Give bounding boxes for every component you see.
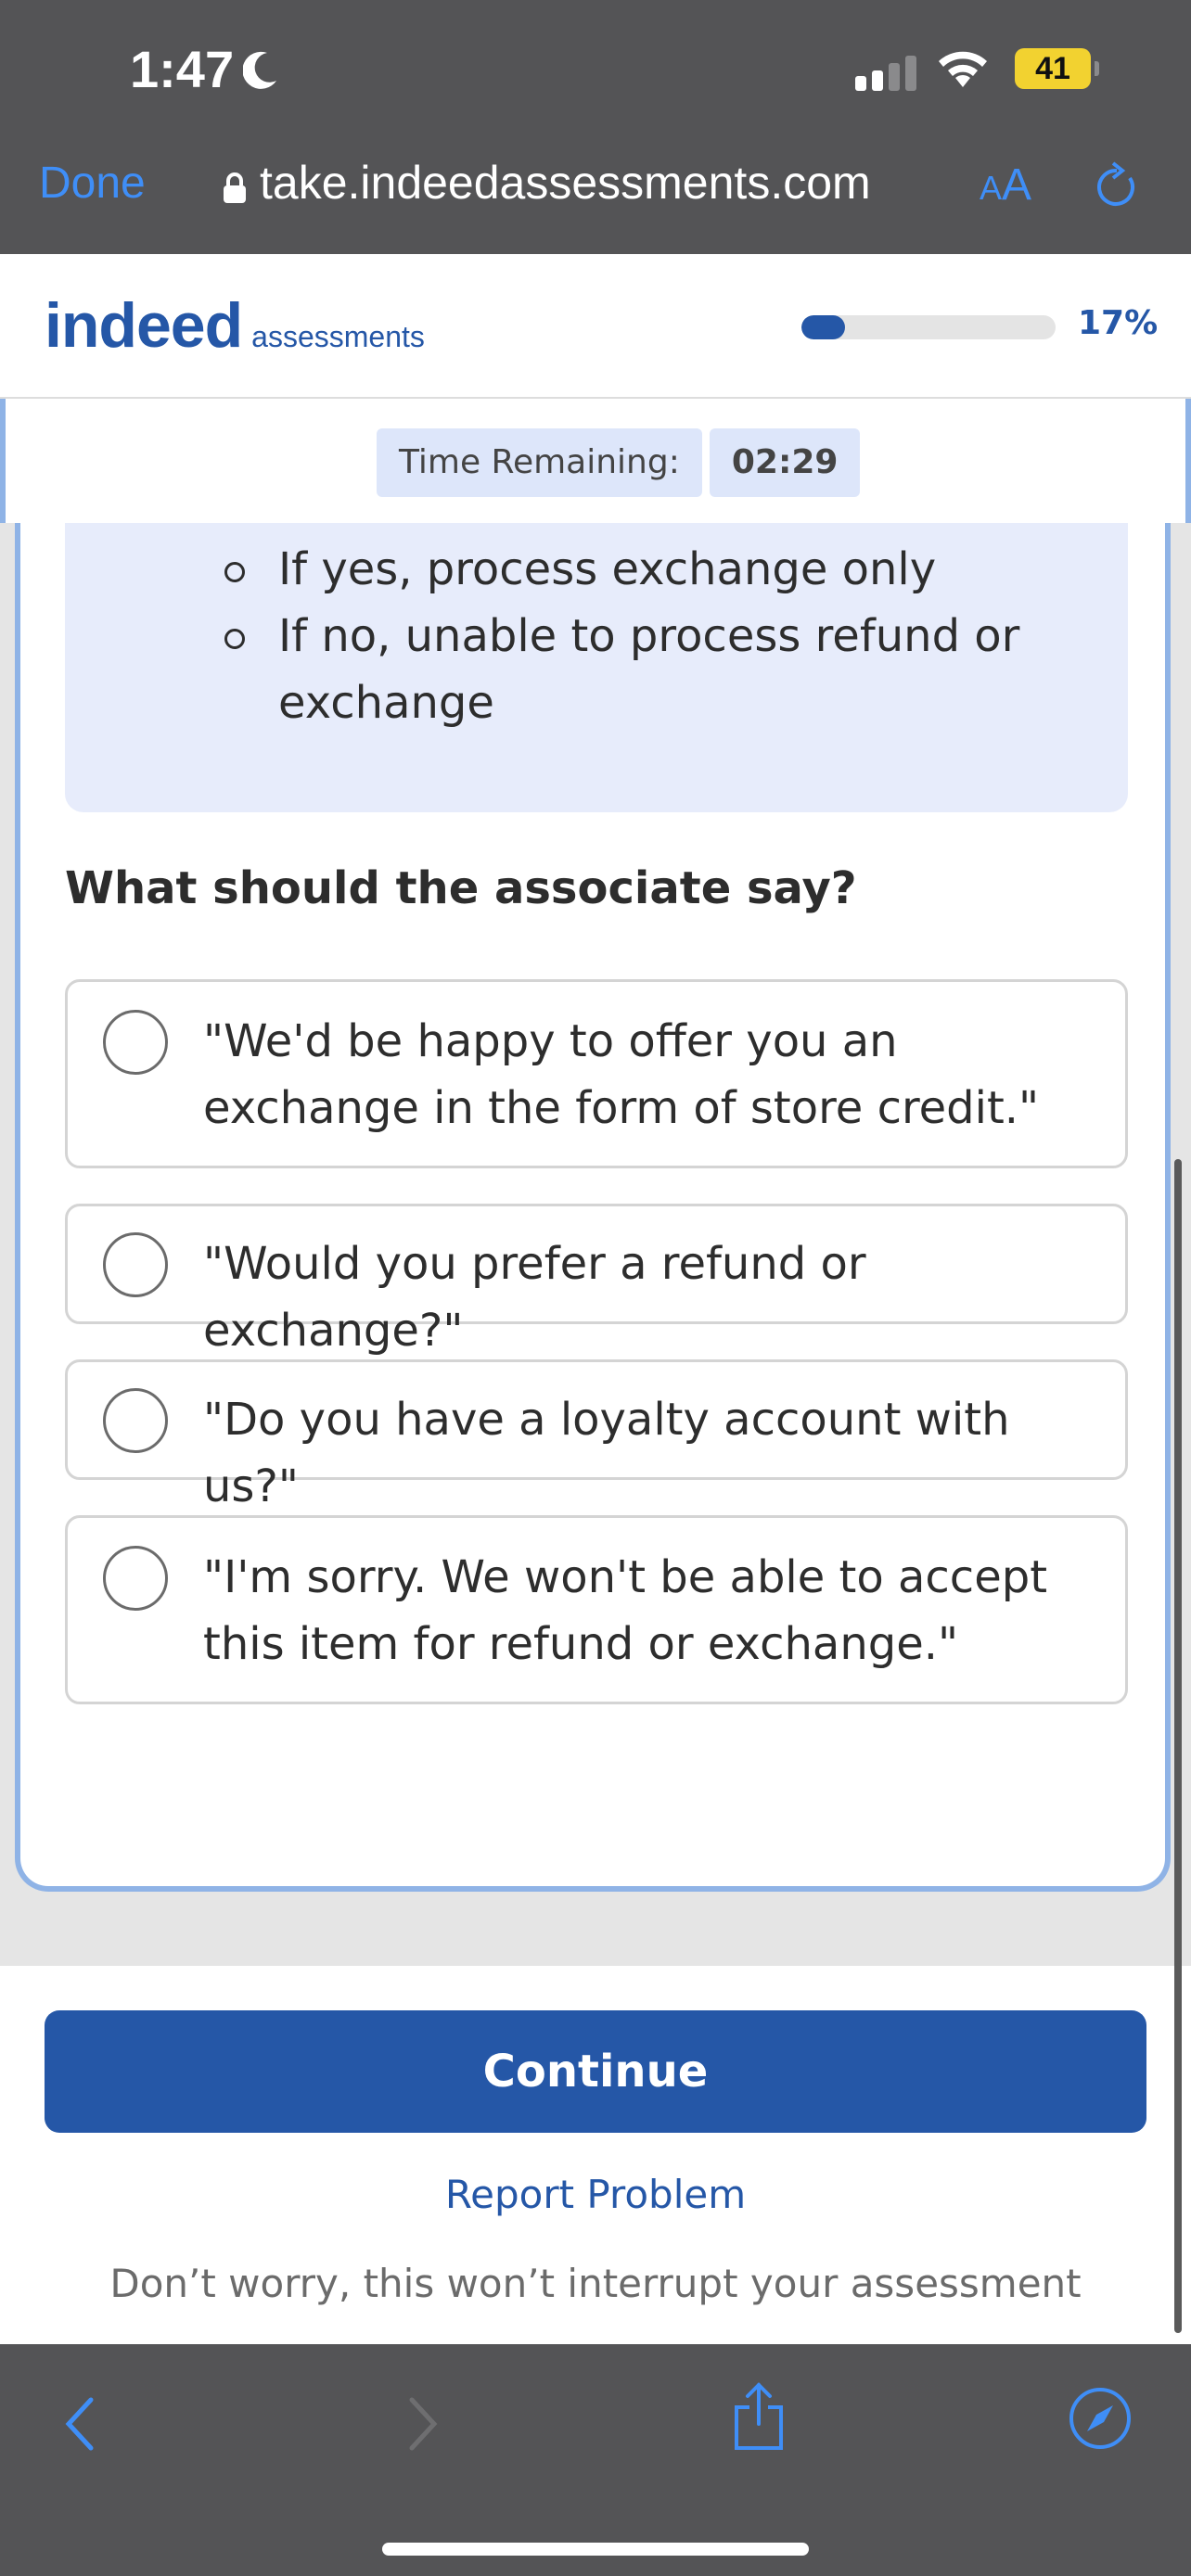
home-indicator — [382, 2543, 809, 2556]
done-button[interactable]: Done — [39, 158, 146, 209]
lock-icon — [224, 172, 246, 203]
scenario-bullet-list: If yes, process exchange only If no, una… — [224, 536, 1076, 736]
progress-bar — [801, 315, 1056, 339]
radio-button[interactable] — [103, 1232, 168, 1297]
continue-button[interactable]: Continue — [45, 2010, 1146, 2133]
time-remaining-value: 02:29 — [709, 428, 861, 497]
answer-option-4[interactable]: "I'm sorry. We won't be able to accept t… — [65, 1515, 1128, 1704]
browser-bar: Done take.indeedassessments.com AA — [0, 139, 1191, 254]
url-text: take.indeedassessments.com — [260, 157, 871, 209]
time-remaining-label: Time Remaining: — [377, 428, 702, 497]
wifi-icon — [939, 51, 987, 87]
timer-strip: Time Remaining: 02:29 — [0, 399, 1191, 523]
cellular-signal-icon — [855, 56, 916, 91]
share-icon[interactable] — [729, 2381, 788, 2452]
reload-icon[interactable] — [1093, 158, 1141, 213]
scrollbar[interactable] — [1174, 1159, 1182, 2333]
answer-option-label: "I'm sorry. We won't be able to accept t… — [203, 1551, 1048, 1670]
answer-option-label: "We'd be happy to offer you an exchange … — [203, 1015, 1040, 1134]
time-remaining: Time Remaining: 02:29 — [377, 428, 861, 497]
indeed-logo: indeed assessments — [45, 290, 425, 361]
back-icon[interactable] — [59, 2394, 100, 2454]
radio-button[interactable] — [103, 1546, 168, 1611]
answer-option-3[interactable]: "Do you have a loyalty account with us?" — [65, 1359, 1128, 1512]
radio-button[interactable] — [103, 1388, 168, 1453]
report-problem-link[interactable]: Report Problem — [0, 2172, 1191, 2217]
answer-option-label: "Do you have a loyalty account with us?" — [203, 1394, 1010, 1512]
answer-option-label: "Would you prefer a refund or exchange?" — [203, 1238, 866, 1357]
progress-percent: 17% — [1078, 304, 1159, 342]
url-field[interactable]: take.indeedassessments.com — [223, 156, 871, 210]
list-item: If yes, process exchange only — [224, 536, 1076, 603]
app-header: indeed assessments 17% — [0, 254, 1191, 399]
progress-fill — [801, 315, 845, 339]
reader-settings-button[interactable]: AA — [980, 159, 1031, 210]
question-text: What should the associate say? — [65, 862, 857, 914]
list-item: If no, unable to process refund or excha… — [224, 603, 1076, 736]
question-card: If yes, process exchange only If no, una… — [15, 523, 1171, 1892]
status-bar: 1:47 41 — [0, 0, 1191, 139]
browser-toolbar — [0, 2344, 1191, 2576]
answer-option-2[interactable]: "Would you prefer a refund or exchange?" — [65, 1204, 1128, 1357]
moon-icon — [243, 51, 277, 89]
forward-icon[interactable] — [403, 2394, 443, 2454]
compass-icon[interactable] — [1067, 2385, 1133, 2452]
status-time: 1:47 — [130, 39, 280, 99]
reassurance-text: Don’t worry, this won’t interrupt your a… — [109, 2261, 1082, 2306]
radio-button[interactable] — [103, 1010, 168, 1075]
footer-panel: Continue Report Problem Don’t worry, thi… — [0, 1966, 1191, 2344]
battery-icon: 41 — [1015, 48, 1099, 89]
scenario-info-box: If yes, process exchange only If no, una… — [65, 523, 1128, 812]
answer-option-1[interactable]: "We'd be happy to offer you an exchange … — [65, 979, 1128, 1168]
